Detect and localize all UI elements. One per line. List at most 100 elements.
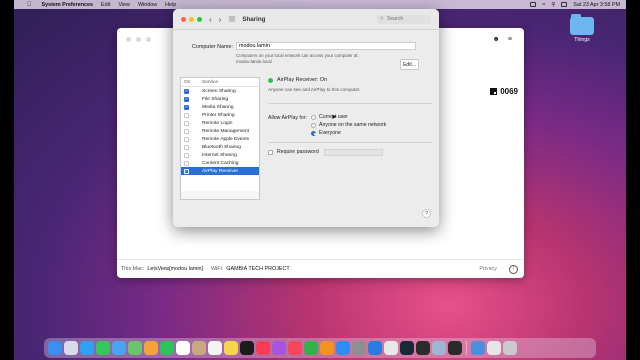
service-checkbox[interactable]: ✓	[184, 88, 189, 94]
search-field[interactable]: ⚲	[377, 14, 431, 24]
service-checkbox[interactable]	[184, 128, 189, 134]
service-row[interactable]: Bluetooth Sharing	[181, 143, 259, 151]
terminal-icon[interactable]	[448, 341, 462, 355]
document-icon[interactable]	[487, 341, 501, 355]
close-dot[interactable]	[126, 37, 131, 42]
search-input[interactable]	[386, 16, 427, 22]
radio-current-user[interactable]: Current user	[311, 114, 348, 120]
zoom-button[interactable]	[197, 16, 202, 22]
dock-separator	[466, 341, 467, 355]
require-password-checkbox[interactable]	[268, 149, 273, 155]
menu-view[interactable]: View	[118, 2, 130, 8]
tv-icon[interactable]	[240, 341, 254, 355]
minimize-button[interactable]	[189, 16, 194, 22]
service-status: AirPlay Receiver: On	[268, 77, 327, 83]
obs-icon[interactable]	[416, 341, 430, 355]
safari-icon[interactable]	[80, 341, 94, 355]
notes-icon[interactable]	[224, 341, 238, 355]
battery-icon[interactable]	[530, 2, 537, 7]
radio-label: Anyone on the same network	[319, 122, 387, 128]
mail-icon[interactable]	[112, 341, 126, 355]
app-store-icon[interactable]	[336, 341, 350, 355]
trash-icon[interactable]	[503, 341, 517, 355]
maps-icon[interactable]	[128, 341, 142, 355]
service-checkbox[interactable]: ✓	[184, 96, 189, 102]
radio-button[interactable]	[311, 130, 316, 136]
service-checkbox[interactable]: ✓	[184, 168, 189, 174]
computer-name-input[interactable]	[236, 42, 416, 50]
require-password-row[interactable]: Require password	[268, 149, 319, 155]
user-icon[interactable]: ☻	[493, 36, 500, 43]
pages-icon[interactable]	[320, 341, 334, 355]
service-row[interactable]: Content Caching	[181, 159, 259, 167]
search-icon[interactable]: ⚲	[551, 2, 555, 8]
contacts-icon[interactable]	[192, 341, 206, 355]
service-row[interactable]: ✓ Media Sharing	[181, 103, 259, 111]
menu-edit[interactable]: Edit	[101, 2, 110, 8]
service-checkbox[interactable]	[184, 120, 189, 126]
desktop-folder[interactable]: Things	[568, 14, 596, 43]
privacy-link[interactable]: Privacy	[479, 266, 497, 272]
xcode-icon[interactable]	[368, 341, 382, 355]
folder-label: Things	[574, 37, 590, 43]
help-button[interactable]: ?	[422, 209, 431, 218]
back-icon[interactable]: ‹	[209, 15, 212, 24]
radio-button[interactable]	[311, 122, 316, 128]
apple-menu-icon[interactable]: 	[27, 2, 32, 8]
system-preferences-icon[interactable]	[352, 341, 366, 355]
service-name: Printer Sharing	[202, 112, 235, 118]
zoom-dot[interactable]	[146, 37, 151, 42]
radio-everyone[interactable]: Everyone	[311, 130, 341, 136]
radio-same-network[interactable]: Anyone on the same network	[311, 122, 386, 128]
finder-icon[interactable]	[48, 341, 62, 355]
service-row[interactable]: Remote Management	[181, 127, 259, 135]
service-list-controls	[180, 191, 260, 200]
status-description: Anyone can see and AirPlay to this compu…	[268, 87, 361, 92]
service-row[interactable]: Printer Sharing	[181, 111, 259, 119]
reminders-icon[interactable]	[208, 341, 222, 355]
service-name: Content Caching	[202, 160, 239, 166]
menu-help[interactable]: Help	[165, 2, 176, 8]
photos-icon[interactable]	[144, 341, 158, 355]
preview-icon[interactable]	[432, 341, 446, 355]
service-checkbox[interactable]: ✓	[184, 104, 189, 110]
edit-button[interactable]: Edit...	[400, 59, 419, 70]
service-checkbox[interactable]	[184, 112, 189, 118]
menubar-clock[interactable]: Sat 23 Apr 3:58 PM	[573, 2, 620, 8]
divider	[268, 103, 432, 104]
service-row[interactable]: Internet Sharing	[181, 151, 259, 159]
downloads-icon[interactable]	[471, 341, 485, 355]
close-button[interactable]	[181, 16, 186, 22]
radio-button[interactable]	[311, 114, 316, 120]
forward-icon[interactable]: ›	[219, 15, 222, 24]
menu-window[interactable]: Window	[138, 2, 157, 8]
wifi-icon[interactable]: ≈	[542, 2, 545, 8]
launchpad-icon[interactable]	[64, 341, 78, 355]
service-row[interactable]: ✓ Screen Sharing	[181, 87, 259, 95]
service-row[interactable]: ✓ AirPlay Receiver	[181, 167, 259, 175]
chrome-icon[interactable]	[384, 341, 398, 355]
control-center-icon[interactable]	[561, 2, 568, 7]
service-checkbox[interactable]	[184, 160, 189, 166]
service-checkbox[interactable]	[184, 152, 189, 158]
minimize-dot[interactable]	[136, 37, 141, 42]
info-icon[interactable]: !	[509, 264, 518, 274]
wifi-value: GAMBIA TECH PROJECT	[226, 266, 290, 272]
app-menu[interactable]: System Preferences	[42, 2, 94, 8]
calendar-icon[interactable]	[176, 341, 190, 355]
service-row[interactable]: ✓ File Sharing	[181, 95, 259, 103]
settings-icon[interactable]: ≡	[508, 36, 512, 43]
podcasts-icon[interactable]	[272, 341, 286, 355]
facetime-icon[interactable]	[160, 341, 174, 355]
messages-icon[interactable]	[96, 341, 110, 355]
music-icon[interactable]	[256, 341, 270, 355]
service-checkbox[interactable]	[184, 144, 189, 150]
service-row[interactable]: Remote Apple Events	[181, 135, 259, 143]
password-field[interactable]	[324, 149, 383, 156]
service-checkbox[interactable]	[184, 136, 189, 142]
news-icon[interactable]	[288, 341, 302, 355]
show-all-grid-icon[interactable]	[229, 16, 236, 22]
numbers-icon[interactable]	[304, 341, 318, 355]
service-row[interactable]: Remote Login	[181, 119, 259, 127]
steam-icon[interactable]	[400, 341, 414, 355]
